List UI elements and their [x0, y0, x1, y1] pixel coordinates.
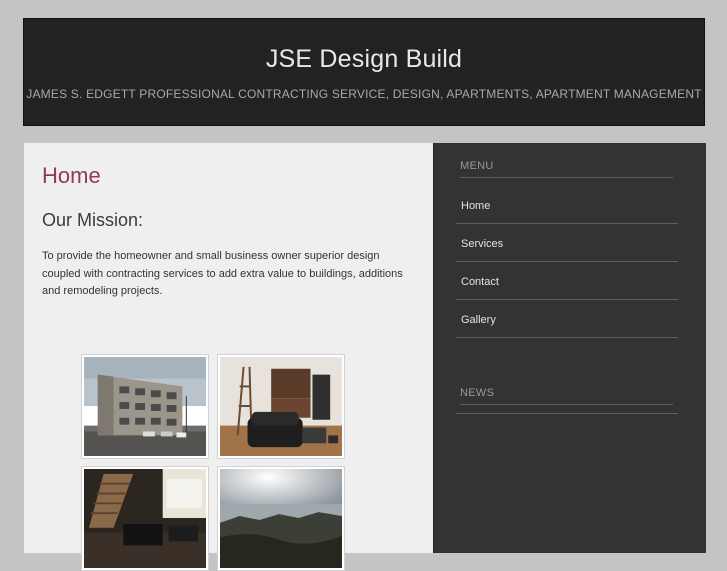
stairs-interior-photo — [84, 469, 206, 568]
menu-item-services[interactable]: Services — [456, 224, 678, 262]
sidebar: MENU Home Services Contact Gallery NEWS — [433, 143, 706, 553]
site-header: JSE Design Build JAMES S. EDGETT PROFESS… — [23, 18, 705, 126]
waterfront-view-photo — [220, 469, 342, 568]
living-room-photo — [220, 357, 342, 456]
gallery-thumb-waterfront-view[interactable] — [217, 466, 345, 571]
site-tagline: JAMES S. EDGETT PROFESSIONAL CONTRACTING… — [26, 87, 702, 101]
mission-heading: Our Mission: — [42, 210, 144, 230]
page-title: Home — [42, 163, 101, 188]
gallery-thumb-apartment-building[interactable] — [81, 354, 209, 459]
site-title[interactable]: JSE Design Build — [24, 45, 704, 74]
gallery-thumb-stairs-interior[interactable] — [81, 466, 209, 571]
menu-item-label: Services — [461, 238, 504, 250]
menu-item-label: Gallery — [461, 314, 496, 326]
menu-widget-title: MENU — [460, 160, 673, 178]
menu-item-label: Home — [461, 200, 491, 212]
menu-item-contact[interactable]: Contact — [456, 262, 678, 300]
mission-text: To provide the homeowner and small busin… — [42, 250, 403, 297]
main-content: Home Our Mission: To provide the homeown… — [24, 143, 433, 571]
menu-item-label: Contact — [461, 276, 499, 288]
apartment-building-photo — [84, 357, 206, 456]
menu-item-gallery[interactable]: Gallery — [456, 300, 678, 338]
news-divider — [456, 413, 678, 414]
menu-item-home[interactable]: Home — [456, 186, 678, 224]
gallery-thumb-living-room[interactable] — [217, 354, 345, 459]
news-widget-title: NEWS — [460, 387, 673, 405]
